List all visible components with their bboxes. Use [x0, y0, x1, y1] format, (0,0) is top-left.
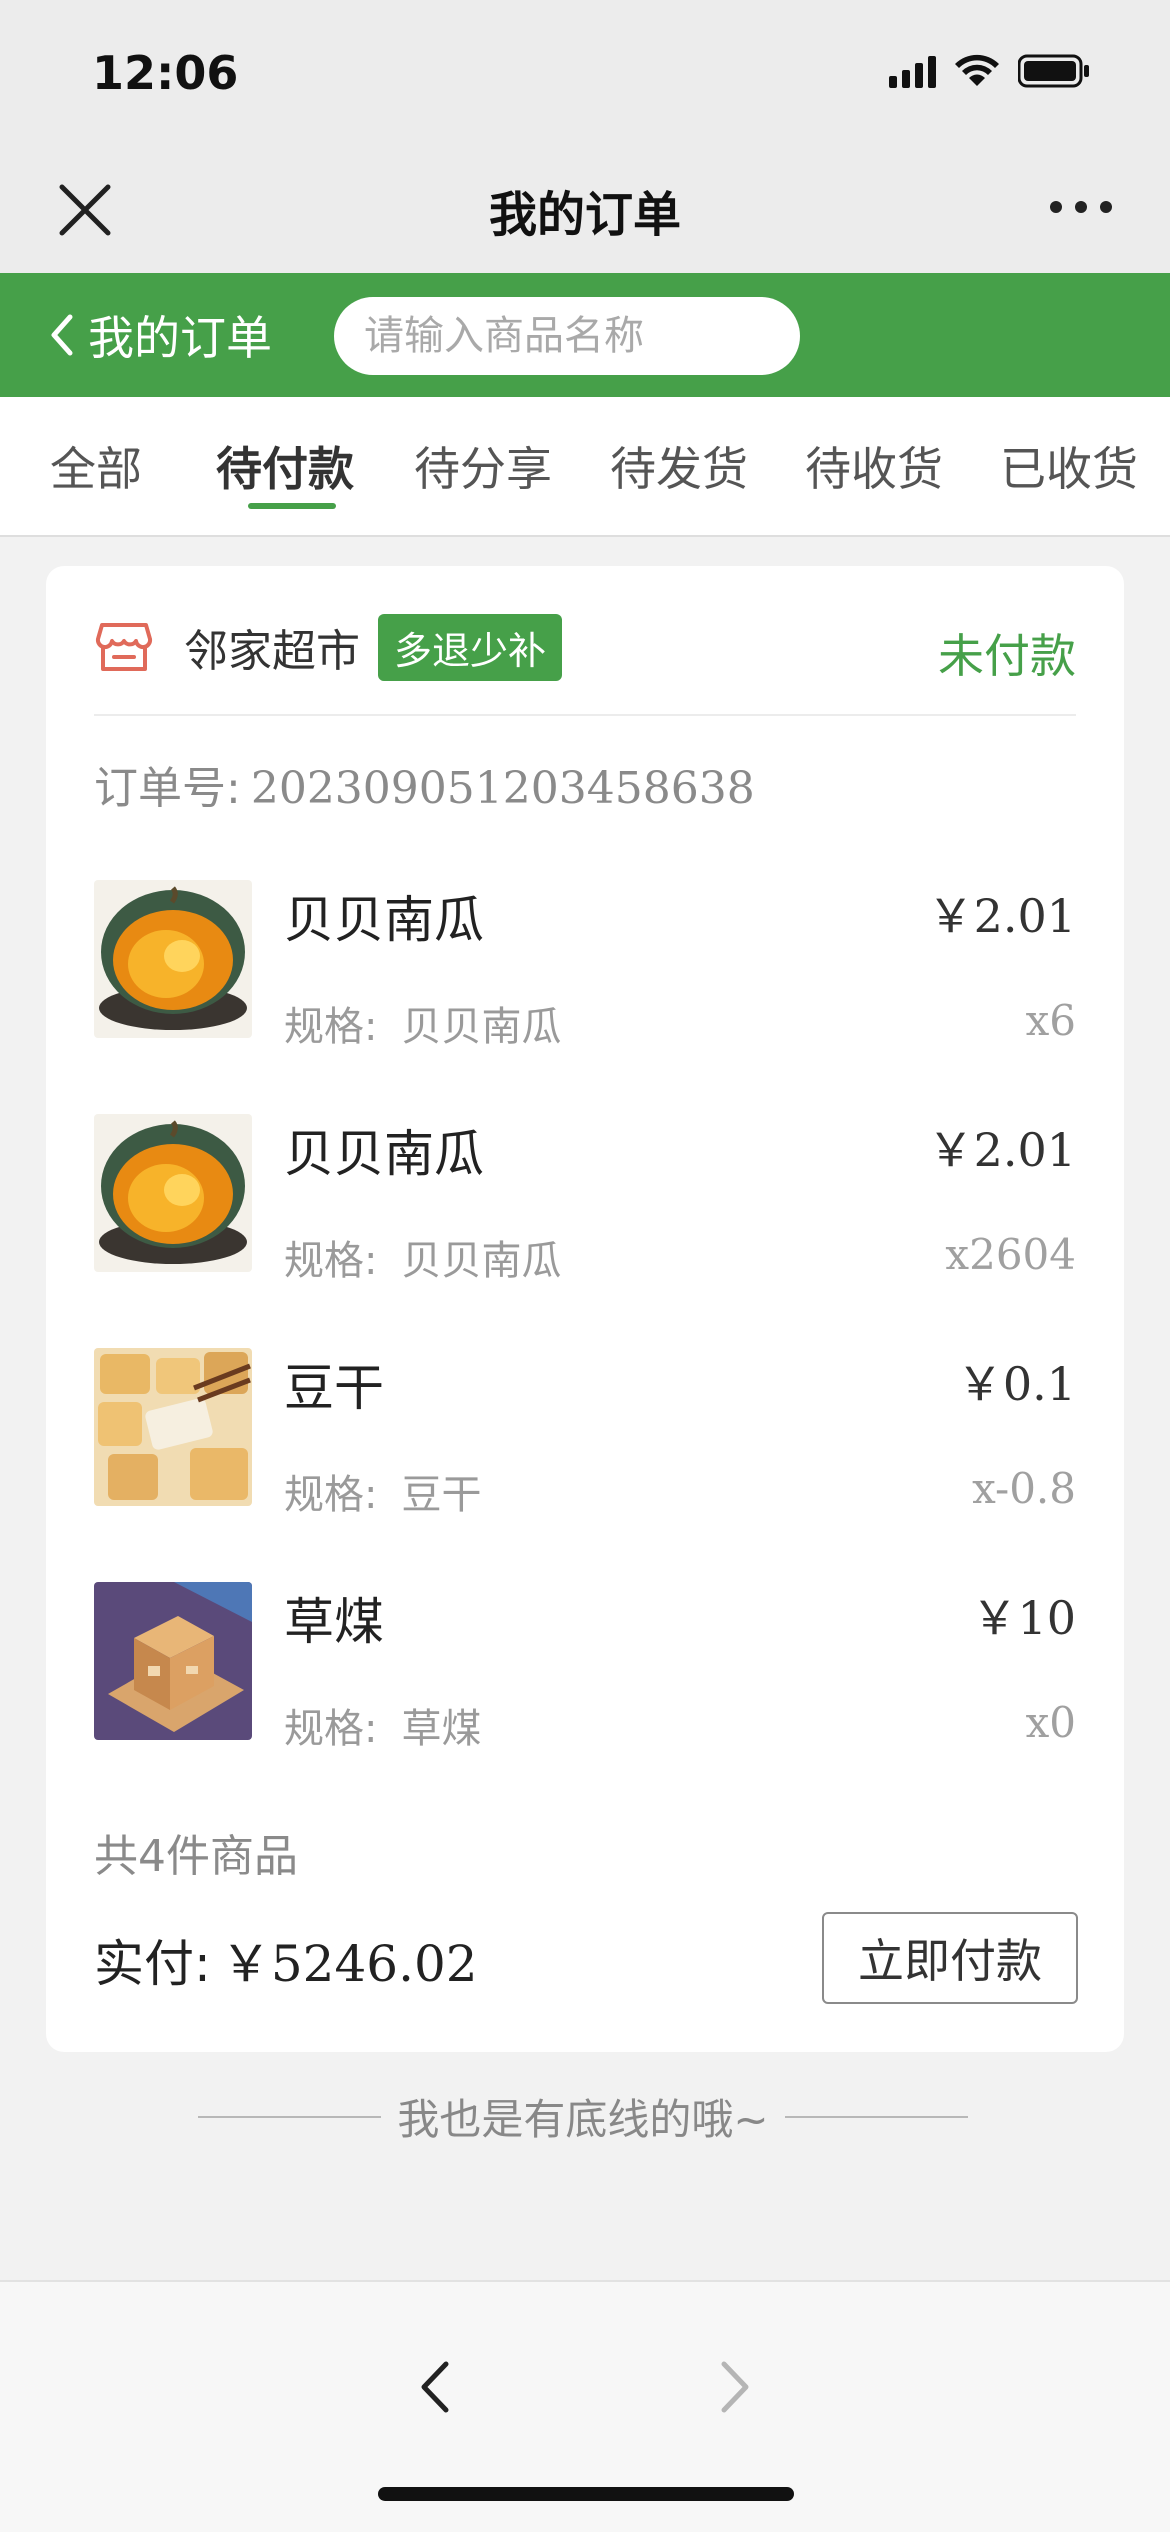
spec-value: 草煤 [401, 1706, 482, 1752]
item-price: ￥10 [971, 1591, 1076, 1645]
item-name: 草煤 [284, 1593, 384, 1651]
item-quantity: x0 [1025, 1698, 1076, 1747]
cellular-signal-icon [889, 54, 936, 88]
spec-label: 规格: [284, 1004, 378, 1050]
store-row: 邻家超市 多退少补 未付款 [94, 612, 1076, 683]
chevron-left-icon[interactable] [410, 2352, 460, 2422]
spec-label: 规格: [284, 1706, 378, 1752]
pumpkin-image [94, 880, 252, 1038]
spec-value: 豆干 [401, 1472, 482, 1518]
item-quantity: x6 [1025, 996, 1076, 1045]
item-name: 贝贝南瓜 [284, 891, 484, 949]
status-icons [889, 54, 1090, 88]
home-indicator[interactable] [378, 2487, 794, 2501]
orders-header: 我的订单 [0, 273, 1170, 397]
paid-value: ￥5246.02 [220, 1935, 478, 1993]
item-spec: 规格: 草煤 [284, 1696, 481, 1754]
order-item[interactable]: 草煤 规格: 草煤 ￥10 x0 [94, 1582, 1076, 1752]
item-quantity: x2604 [945, 1230, 1076, 1279]
wifi-icon [954, 54, 1000, 88]
tofu-image [94, 1348, 252, 1506]
item-spec: 规格: 豆干 [284, 1462, 481, 1520]
tab-received[interactable]: 已收货 [1000, 433, 1138, 499]
divider [94, 714, 1076, 716]
tab-pending-payment[interactable]: 待付款 [216, 433, 354, 499]
wechat-title-bar: 我的订单 [0, 145, 1170, 273]
order-number-value: 202309051203458638 [250, 763, 755, 814]
spec-value: 贝贝南瓜 [401, 1004, 562, 1050]
status-time: 12:06 [92, 46, 239, 100]
tab-pending-share[interactable]: 待分享 [414, 433, 552, 499]
order-item[interactable]: 贝贝南瓜 规格: 贝贝南瓜 ￥2.01 x6 [94, 880, 1076, 1050]
store-icon [95, 623, 153, 671]
divider [784, 2115, 969, 2118]
back-button[interactable]: 我的订单 [46, 301, 272, 369]
paid-amount: 实付: ￥5246.02 [94, 1924, 478, 1996]
chevron-left-icon [51, 314, 73, 356]
end-of-list-text: 我也是有底线的哦~ [397, 2095, 769, 2144]
order-status: 未付款 [938, 629, 1076, 683]
search-input[interactable] [334, 297, 800, 375]
item-price: ￥0.1 [956, 1357, 1076, 1411]
divider [198, 2115, 382, 2118]
order-tabs: 全部 待付款 待分享 待发货 待收货 已收货 [0, 397, 1170, 537]
item-count: 共4件商品 [94, 1831, 298, 1882]
item-quantity: x-0.8 [972, 1464, 1076, 1513]
item-name: 贝贝南瓜 [284, 1125, 484, 1183]
active-tab-indicator [248, 503, 336, 509]
order-item[interactable]: 豆干 规格: 豆干 ￥0.1 x-0.8 [94, 1348, 1076, 1518]
pumpkin-image [94, 1114, 252, 1272]
wechat-title: 我的订单 [488, 187, 681, 243]
item-spec: 规格: 贝贝南瓜 [284, 1228, 561, 1286]
tab-pending-receipt[interactable]: 待收货 [805, 433, 943, 499]
order-card[interactable]: 邻家超市 多退少补 未付款 订单号: 202309051203458638 贝贝南… [46, 566, 1124, 2052]
item-name: 豆干 [284, 1359, 384, 1417]
tab-all[interactable]: 全部 [50, 433, 142, 499]
item-price: ￥2.01 [927, 1123, 1076, 1177]
pay-now-button[interactable]: 立即付款 [822, 1912, 1078, 2004]
tab-pending-shipment[interactable]: 待发货 [610, 433, 748, 499]
end-of-list: 我也是有底线的哦~ [198, 2086, 969, 2147]
paid-label: 实付: [94, 1935, 211, 1993]
spec-label: 规格: [284, 1238, 378, 1284]
item-price: ￥2.01 [927, 889, 1076, 943]
back-label: 我的订单 [88, 311, 272, 365]
spec-label: 规格: [284, 1472, 378, 1518]
order-number: 订单号: 202309051203458638 [94, 752, 755, 816]
chevron-right-icon[interactable] [710, 2352, 760, 2422]
store-name: 邻家超市 [184, 626, 360, 677]
refund-badge: 多退少补 [378, 613, 563, 681]
box-image [94, 1582, 252, 1740]
spec-value: 贝贝南瓜 [401, 1238, 562, 1284]
more-icon[interactable] [1046, 197, 1116, 217]
status-bar: 12:06 [0, 0, 1170, 145]
battery-icon [1018, 54, 1090, 88]
order-item[interactable]: 贝贝南瓜 规格: 贝贝南瓜 ￥2.01 x2604 [94, 1114, 1076, 1284]
item-spec: 规格: 贝贝南瓜 [284, 994, 561, 1052]
order-number-label: 订单号: [94, 763, 241, 814]
